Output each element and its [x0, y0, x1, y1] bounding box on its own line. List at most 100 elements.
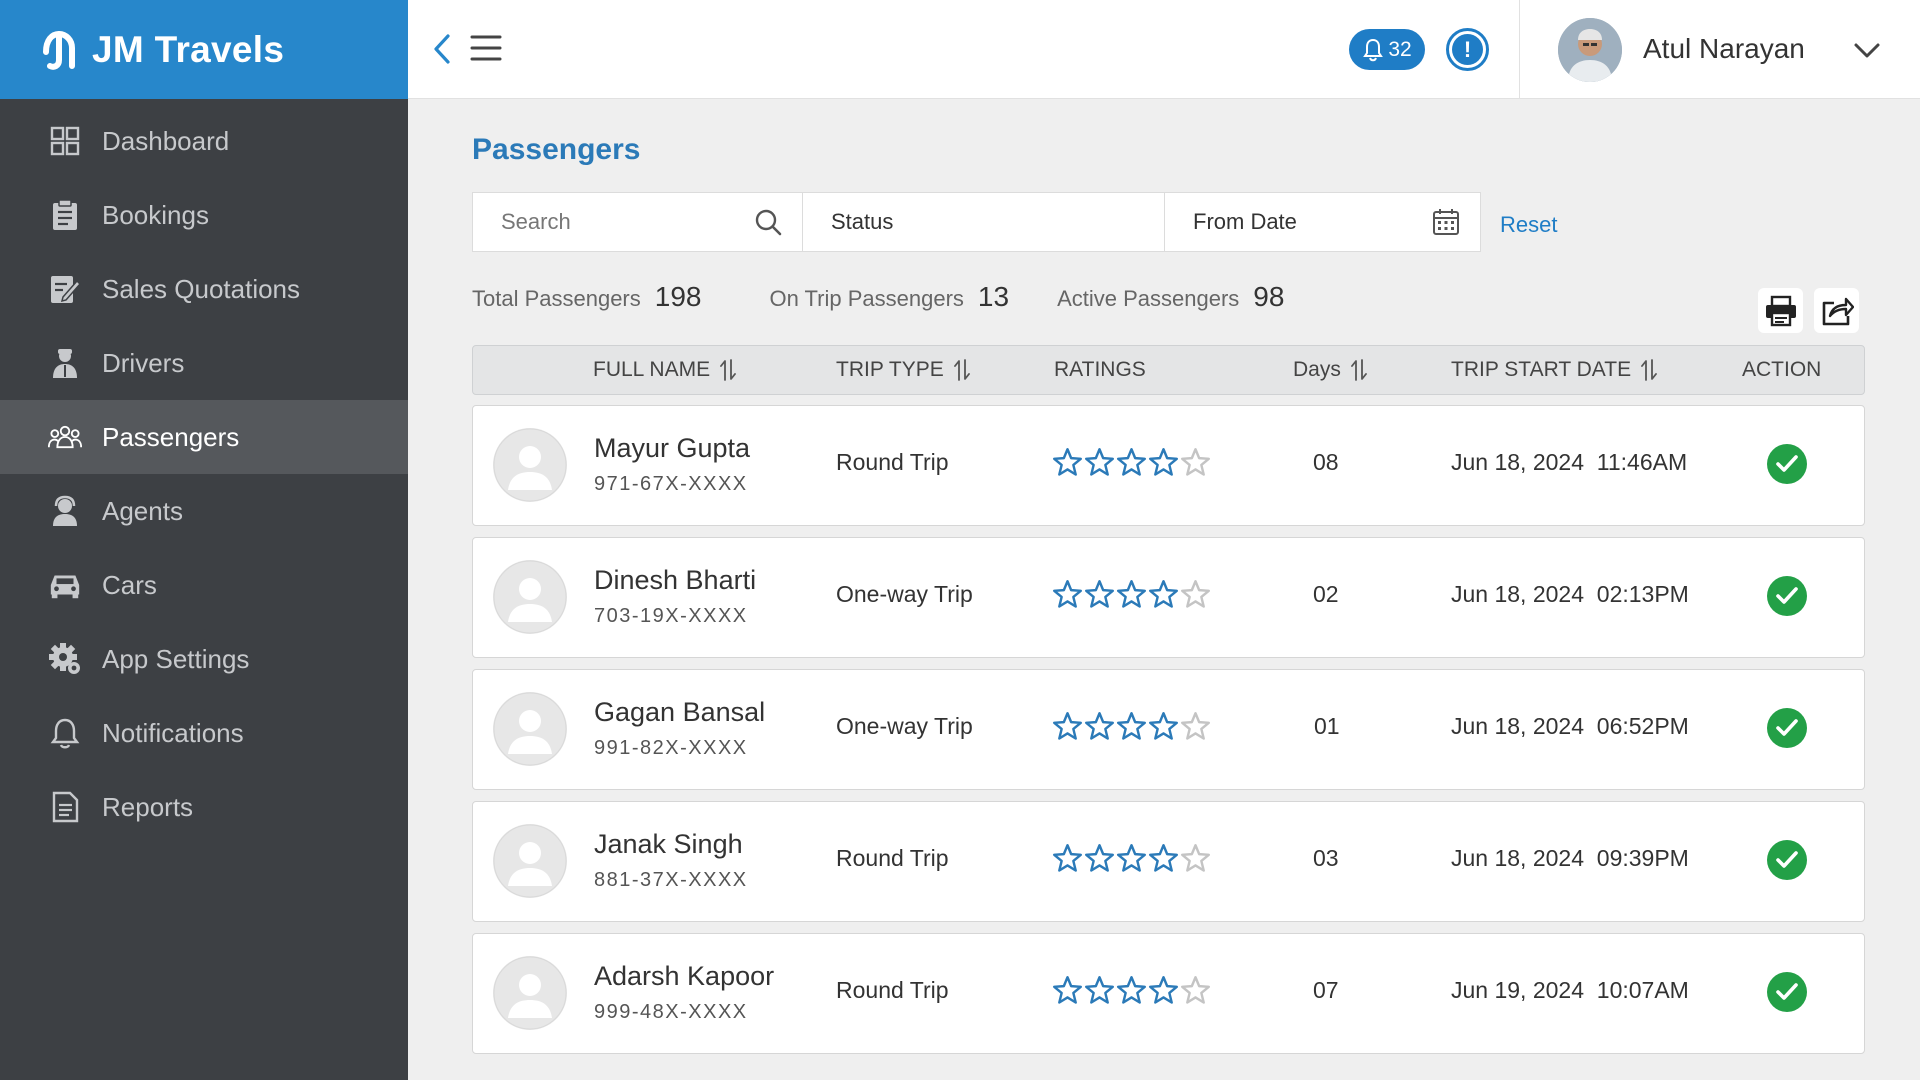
rating-star-icon	[1052, 976, 1083, 1004]
rating-star-icon	[1116, 844, 1147, 872]
rating-star-icon	[1116, 976, 1147, 1004]
calendar-icon[interactable]	[1432, 208, 1460, 236]
passengers-icon	[48, 420, 82, 454]
trip-days: 02	[1313, 581, 1339, 607]
approve-button[interactable]	[1767, 972, 1807, 1012]
sidebar-item-app-settings[interactable]: App Settings	[0, 622, 408, 696]
table-row[interactable]: Gagan Bansal 991-82X-XXXX One-way Trip 01 Ju…	[472, 669, 1865, 790]
user-name[interactable]: Atul Narayan	[1643, 33, 1805, 65]
rating-star-icon	[1084, 976, 1115, 1004]
reset-link[interactable]: Reset	[1500, 212, 1557, 238]
sidebar-item-cars[interactable]: Cars	[0, 548, 408, 622]
table-row[interactable]: Adarsh Kapoor 999-48X-XXXX Round Trip 07 Jun…	[472, 933, 1865, 1054]
check-icon	[1776, 983, 1798, 1000]
notification-count: 32	[1388, 37, 1412, 61]
sidebar-item-passengers[interactable]: Passengers	[0, 400, 408, 474]
column-label: TRIP START DATE	[1451, 358, 1632, 381]
column-ratings: RATINGS	[1054, 358, 1146, 382]
alert-button[interactable]: !	[1446, 28, 1489, 71]
table-row[interactable]: Mayur Gupta 971-67X-XXXX Round Trip 08 Jun 1…	[472, 405, 1865, 526]
sidebar-item-agents[interactable]: Agents	[0, 474, 408, 548]
hamburger-menu-icon[interactable]	[470, 34, 502, 62]
on-trip-passengers-value: 13	[977, 281, 1010, 312]
status-select[interactable]: Status	[803, 192, 1165, 252]
sort-icon[interactable]	[953, 358, 970, 382]
sidebar-item-dashboard[interactable]: Dashboard	[0, 104, 408, 178]
passenger-name[interactable]: Mayur Gupta	[594, 433, 750, 464]
trip-type: Round Trip	[836, 845, 949, 871]
dashboard-icon	[48, 124, 82, 158]
rating-star-icon	[1116, 712, 1147, 740]
trip-days: 08	[1313, 449, 1339, 475]
search-icon[interactable]	[754, 208, 782, 236]
notification-badge[interactable]: 32	[1349, 29, 1425, 70]
column-trip-type[interactable]: TRIP TYPE	[836, 358, 970, 382]
rating-star-icon	[1148, 976, 1179, 1004]
sidebar-item-drivers[interactable]: Drivers	[0, 326, 408, 400]
brand-name: JM Travels	[92, 28, 285, 70]
sort-icon[interactable]	[720, 358, 736, 382]
passenger-name[interactable]: Dinesh Bharti	[594, 565, 756, 596]
column-action: ACTION	[1742, 358, 1821, 382]
passenger-name[interactable]: Janak Singh	[594, 829, 743, 860]
passenger-phone: 881-37X-XXXX	[594, 869, 748, 891]
sidebar-item-label: Dashboard	[102, 125, 230, 156]
from-date-picker[interactable]: From Date	[1165, 192, 1481, 252]
car-icon	[48, 568, 82, 602]
brand-header[interactable]: JM Travels	[0, 0, 408, 99]
bookings-icon	[48, 198, 82, 232]
rating-star-icon	[1052, 580, 1083, 608]
passenger-name[interactable]: Adarsh Kapoor	[594, 961, 774, 992]
sidebar-item-reports[interactable]: Reports	[0, 770, 408, 844]
approve-button[interactable]	[1767, 444, 1807, 484]
column-full-name[interactable]: FULL NAME	[593, 358, 736, 382]
share-icon	[1822, 297, 1854, 325]
driver-icon	[48, 346, 82, 380]
rating-star-icon	[1148, 580, 1179, 608]
check-icon	[1776, 719, 1798, 736]
search-placeholder: Search	[501, 209, 571, 234]
back-chevron-icon[interactable]	[430, 32, 456, 66]
check-icon	[1776, 851, 1798, 868]
total-passengers-value: 198	[654, 281, 702, 312]
rating-star-icon	[1180, 976, 1211, 1004]
approve-button[interactable]	[1767, 708, 1807, 748]
sidebar-item-label: App Settings	[102, 643, 250, 674]
trip-start-date: Jun 18, 2024 09:39PM	[1451, 845, 1689, 871]
header-divider	[1519, 0, 1520, 99]
rating-star-icon	[1116, 580, 1147, 608]
passenger-phone: 971-67X-XXXX	[594, 473, 748, 495]
table-row[interactable]: Janak Singh 881-37X-XXXX Round Trip 03 Jun 1…	[472, 801, 1865, 922]
column-days[interactable]: Days	[1293, 358, 1367, 382]
share-button[interactable]	[1814, 288, 1859, 333]
table-row[interactable]: Dinesh Bharti 703-19X-XXXX One-way Trip 02 J…	[472, 537, 1865, 658]
bell-icon	[48, 716, 82, 750]
print-button[interactable]	[1758, 288, 1803, 333]
rating-star-icon	[1084, 844, 1115, 872]
rating-star-icon	[1052, 448, 1083, 476]
passenger-name[interactable]: Gagan Bansal	[594, 697, 765, 728]
chevron-down-icon[interactable]	[1853, 42, 1881, 60]
passenger-avatar	[493, 428, 567, 502]
approve-button[interactable]	[1767, 840, 1807, 880]
rating-star-icon	[1148, 448, 1179, 476]
rating-star-icon	[1052, 712, 1083, 740]
printer-icon	[1765, 295, 1796, 326]
passenger-avatar	[493, 560, 567, 634]
sidebar-item-sales-quotations[interactable]: Sales Quotations	[0, 252, 408, 326]
trip-type: One-way Trip	[836, 713, 973, 739]
quotations-icon	[48, 272, 82, 306]
sort-icon[interactable]	[1350, 358, 1367, 382]
active-passengers-label: Active Passengers	[1057, 286, 1240, 311]
column-trip-start-date[interactable]: TRIP START DATE	[1451, 358, 1657, 382]
agent-icon	[48, 494, 82, 528]
search-input[interactable]: Search	[472, 192, 803, 252]
sort-icon[interactable]	[1641, 358, 1657, 382]
rating-star-icon	[1084, 580, 1115, 608]
check-icon	[1776, 455, 1798, 472]
sidebar-item-notifications[interactable]: Notifications	[0, 696, 408, 770]
user-avatar[interactable]	[1558, 18, 1622, 82]
passenger-phone: 991-82X-XXXX	[594, 737, 748, 759]
approve-button[interactable]	[1767, 576, 1807, 616]
sidebar-item-bookings[interactable]: Bookings	[0, 178, 408, 252]
